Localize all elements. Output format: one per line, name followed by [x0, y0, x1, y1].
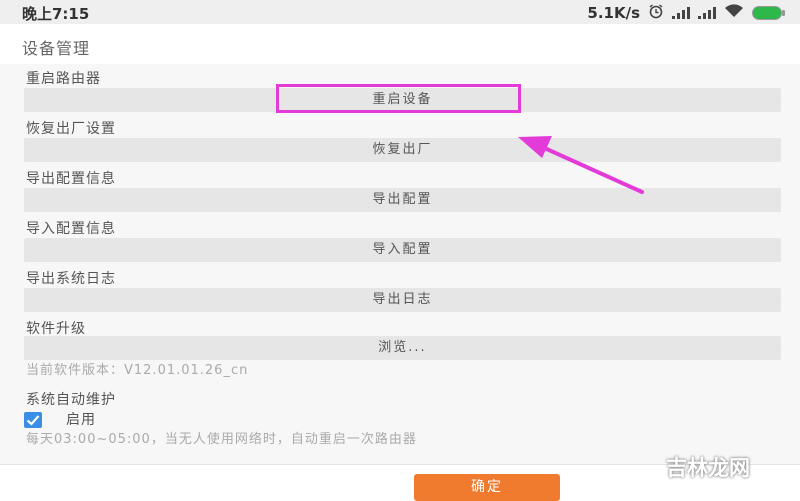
highlight-box: [276, 84, 521, 113]
network-speed: 5.1K/s: [587, 4, 640, 22]
enable-label: 启用: [66, 412, 96, 428]
import-config-label: 导入配置信息: [26, 221, 116, 237]
maintenance-description: 每天03:00~05:00，当无人使用网络时，自动重启一次路由器: [26, 432, 417, 447]
check-icon: [26, 415, 40, 426]
title-bar: 设备管理: [0, 24, 800, 65]
factory-reset-button[interactable]: 恢复出厂: [24, 138, 781, 162]
battery-icon: [752, 6, 785, 20]
status-time: 晚上7:15: [22, 5, 90, 23]
signal-icon: [672, 7, 690, 19]
export-config-button[interactable]: 导出配置: [24, 188, 781, 212]
export-log-label: 导出系统日志: [26, 271, 116, 287]
export-log-button[interactable]: 导出日志: [24, 288, 781, 312]
export-config-label: 导出配置信息: [26, 171, 116, 187]
restart-router-label: 重启路由器: [26, 71, 101, 87]
device-management-panel: 重启路由器 重启设备 恢复出厂设置 恢复出厂 导出配置信息 导出配置 导入配置信…: [0, 64, 800, 464]
watermark: 吉林龙网: [666, 455, 750, 480]
page-title: 设备管理: [22, 39, 91, 58]
factory-reset-label: 恢复出厂设置: [26, 121, 116, 137]
status-icons: 5.1K/s: [587, 3, 785, 23]
alarm-icon: [648, 3, 664, 23]
software-upgrade-label: 软件升级: [26, 321, 86, 337]
software-version: 当前软件版本：V12.01.01.26_cn: [26, 363, 249, 378]
auto-maintenance-label: 系统自动维护: [26, 392, 116, 408]
import-config-button[interactable]: 导入配置: [24, 238, 781, 262]
annotation-arrow-icon: [518, 136, 644, 194]
signal-icon: [698, 7, 716, 19]
status-bar: 晚上7:15 5.1K/s: [0, 0, 800, 24]
browse-firmware-button[interactable]: 浏览...: [24, 336, 781, 360]
enable-checkbox[interactable]: [24, 412, 42, 428]
confirm-button[interactable]: 确定: [414, 474, 560, 501]
wifi-icon: [724, 4, 744, 22]
